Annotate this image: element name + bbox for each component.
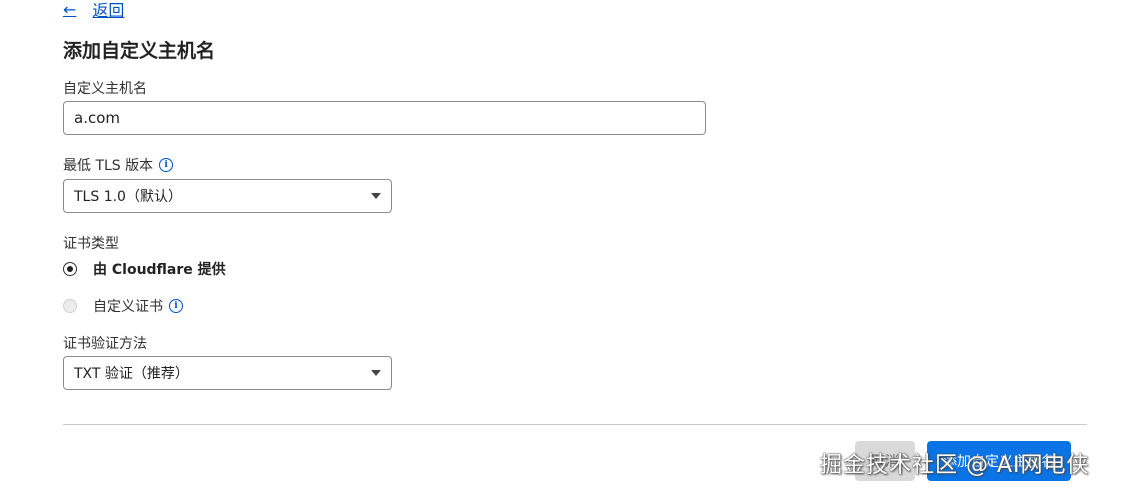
arrow-left-icon: ←	[63, 0, 77, 19]
cert-option-custom-wrap: 自定义证书 i	[93, 296, 183, 316]
verification-label: 证书验证方法	[63, 333, 147, 353]
tls-label: 最低 TLS 版本 i	[63, 155, 174, 175]
info-icon[interactable]: i	[169, 299, 183, 313]
verification-method-select[interactable]: TXT 验证（推荐）	[63, 356, 392, 390]
page-title: 添加自定义主机名	[63, 40, 216, 62]
hostname-input[interactable]: a.com	[63, 101, 706, 135]
verification-label-text: 证书验证方法	[63, 336, 147, 352]
tls-version-select[interactable]: TLS 1.0（默认）	[63, 179, 392, 213]
radio-unselected[interactable]	[63, 299, 77, 313]
cert-option-cloudflare[interactable]: 由 Cloudflare 提供	[63, 259, 226, 279]
cert-option-custom[interactable]: 自定义证书 i	[63, 296, 183, 316]
back-label: 返回	[92, 1, 125, 20]
cert-type-label-text: 证书类型	[63, 236, 119, 252]
cert-option-cloudflare-label: 由 Cloudflare 提供	[93, 262, 226, 278]
add-custom-hostname-page: ← 返回 添加自定义主机名 自定义主机名 a.com 最低 TLS 版本 i T…	[0, 0, 1121, 492]
footer-divider	[63, 424, 1087, 425]
verification-method-value: TXT 验证（推荐）	[74, 366, 189, 382]
radio-selected[interactable]	[63, 262, 77, 276]
tls-label-text: 最低 TLS 版本	[63, 158, 154, 174]
chevron-down-icon	[371, 193, 381, 199]
chevron-down-icon	[371, 370, 381, 376]
info-icon[interactable]: i	[159, 158, 174, 172]
tls-version-value: TLS 1.0（默认）	[74, 189, 182, 205]
back-link[interactable]: ← 返回	[63, 0, 124, 21]
hostname-label: 自定义主机名	[63, 78, 147, 98]
cert-option-custom-label: 自定义证书	[93, 299, 163, 315]
watermark: 掘金技术社区 @ AI网电侠	[820, 453, 1090, 478]
hostname-input-value: a.com	[74, 109, 120, 127]
cert-type-label: 证书类型	[63, 233, 119, 253]
hostname-label-text: 自定义主机名	[63, 81, 147, 97]
